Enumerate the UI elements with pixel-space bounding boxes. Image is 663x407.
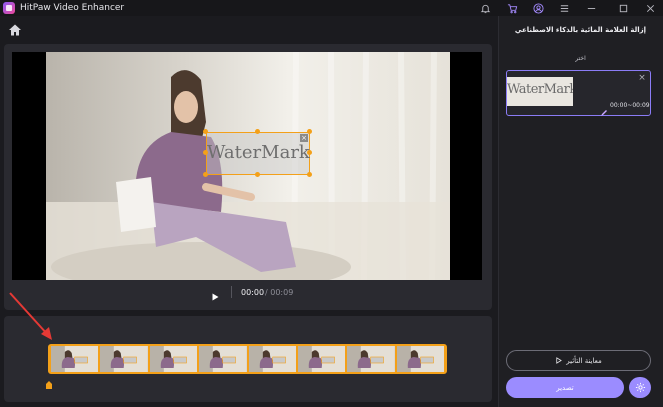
select-label: اختر xyxy=(575,55,586,62)
app-logo-icon xyxy=(3,2,15,14)
resize-handle-bottom[interactable] xyxy=(255,172,260,177)
maximize-icon[interactable] xyxy=(610,0,636,16)
timeline-frame-thumbnail xyxy=(248,346,296,372)
user-icon[interactable] xyxy=(525,0,551,16)
minimize-icon[interactable] xyxy=(578,0,604,16)
watermark-text: WaterMark xyxy=(207,142,310,163)
resize-handle-top-right[interactable] xyxy=(307,129,312,134)
export-button[interactable]: تصدير xyxy=(506,377,624,398)
title-bar: HitPaw Video Enhancer xyxy=(0,0,663,16)
app-title: HitPaw Video Enhancer xyxy=(20,3,125,13)
timeline-frame-thumbnail xyxy=(51,346,99,372)
resize-handle-right[interactable] xyxy=(307,150,312,155)
bell-icon[interactable] xyxy=(472,0,498,16)
clip-time-range: 00:00~00:09 xyxy=(610,102,650,109)
timeline-frame-thumbnail xyxy=(100,346,148,372)
edit-brush-icon[interactable] xyxy=(600,102,608,116)
export-settings-button[interactable] xyxy=(629,377,651,398)
menu-icon[interactable] xyxy=(551,0,577,16)
watermark-remove-icon[interactable]: × xyxy=(300,134,308,142)
resize-handle-bottom-left[interactable] xyxy=(203,172,208,177)
clip-close-icon[interactable]: × xyxy=(638,74,646,83)
gear-icon xyxy=(635,382,645,393)
timeline-filmstrip[interactable] xyxy=(48,344,447,374)
clip-thumbnail: WaterMark xyxy=(507,77,573,106)
cart-icon[interactable] xyxy=(499,0,525,16)
timeline-frame-thumbnail xyxy=(396,346,444,372)
playhead-marker-icon[interactable] xyxy=(46,374,52,389)
play-outline-icon xyxy=(556,357,563,364)
close-icon[interactable] xyxy=(637,0,663,16)
play-icon[interactable] xyxy=(210,287,220,301)
export-label: تصدير xyxy=(556,383,574,392)
resize-handle-bottom-right[interactable] xyxy=(307,172,312,177)
clip-thumbnail-text: WaterMark xyxy=(507,82,573,97)
total-time: / 00:09 xyxy=(265,288,294,297)
resize-handle-left[interactable] xyxy=(203,150,208,155)
current-time: 00:00 xyxy=(241,288,265,297)
home-icon[interactable] xyxy=(8,22,22,36)
preview-effect-label: معاينة التأثير xyxy=(566,356,602,365)
resize-handle-top[interactable] xyxy=(255,129,260,134)
timeline-frame-thumbnail xyxy=(149,346,198,372)
timeline-frame-thumbnail xyxy=(347,346,395,372)
timeline-frame-thumbnail xyxy=(297,346,346,372)
watermark-selection-box[interactable]: WaterMark × xyxy=(206,132,310,175)
panel-title: إزالة العلامة المائية بالذكاء الاصطناعي xyxy=(514,26,647,34)
timeline-frame-thumbnail xyxy=(199,346,247,372)
preview-effect-button[interactable]: معاينة التأثير xyxy=(506,350,651,371)
controls-divider xyxy=(231,286,232,298)
resize-handle-top-left[interactable] xyxy=(203,129,208,134)
